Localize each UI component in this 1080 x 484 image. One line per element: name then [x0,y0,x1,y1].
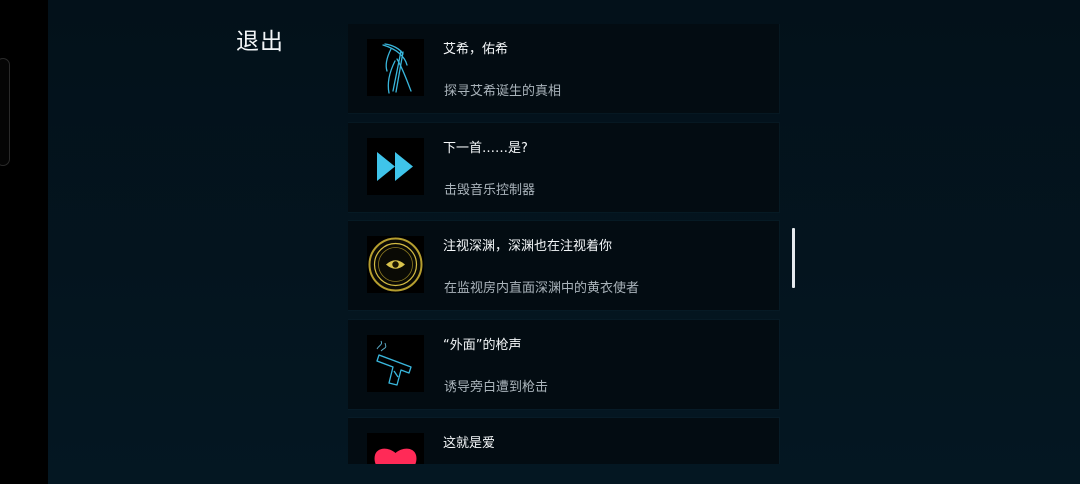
fast-forward-icon [367,138,424,195]
achievement-title: “外面”的枪声 [443,338,522,353]
scrollbar-thumb[interactable] [792,228,795,288]
achievement-description: 击毁音乐控制器 [444,183,536,198]
achievement-card[interactable]: 这就是爱 [348,418,779,464]
achievement-title: 这就是爱 [443,436,496,451]
achievement-card[interactable]: 注视深渊，深渊也在注视着你 在监视房内直面深渊中的黄衣使者 [348,221,779,310]
device-bezel [0,0,48,484]
achievement-description: 在监视房内直面深渊中的黄衣使者 [444,281,640,296]
achievement-description: 诱导旁白遭到枪击 [444,380,549,395]
achievement-card[interactable]: 下一首……是? 击毁音乐控制器 [348,123,779,212]
scythe-icon [367,39,424,96]
eye-emblem-icon [367,236,424,293]
pistol-icon [367,335,424,392]
achievement-title: 下一首……是? [443,141,528,156]
achievement-description: 探寻艾希诞生的真相 [444,84,562,99]
heart-icon [367,433,424,464]
achievement-list[interactable]: 艾希，佑希 探寻艾希诞生的真相 下一首……是? 击毁音乐控制器 注视深渊，深渊也… [348,24,780,464]
achievement-card[interactable]: “外面”的枪声 诱导旁白遭到枪击 [348,320,779,409]
achievement-card[interactable]: 艾希，佑希 探寻艾希诞生的真相 [348,24,779,113]
exit-button[interactable]: 退出 [236,22,284,56]
achievement-title: 艾希，佑希 [443,42,509,57]
achievement-title: 注视深渊，深渊也在注视着你 [443,239,613,254]
bezel-handle [0,58,10,166]
